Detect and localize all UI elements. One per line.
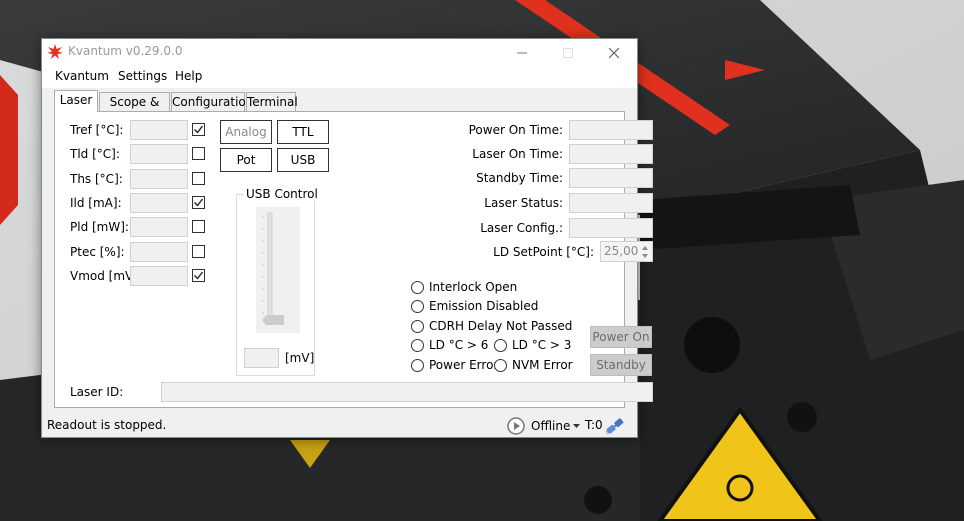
counter-text: T:0 [585, 418, 603, 432]
readout-label: Pld [mW]: [70, 220, 129, 234]
readout-checkbox[interactable] [192, 147, 205, 160]
chevron-down-icon[interactable] [573, 424, 580, 429]
nvm-error-label: NVM Error [512, 358, 573, 372]
standby-time-label: Standby Time: [476, 171, 563, 185]
menu-help[interactable]: Help [175, 69, 202, 83]
readout-label: Tref [°C]: [70, 123, 124, 137]
readout-label: Tld [°C]: [70, 147, 120, 161]
readout-field [130, 242, 188, 262]
checkmark-icon [194, 198, 204, 207]
close-icon [609, 47, 619, 58]
nvm-error-indicator [494, 359, 507, 372]
cdrh-delay-label: CDRH Delay Not Passed [429, 319, 573, 333]
usb-control-title: USB Control [244, 187, 320, 201]
laser-status-label: Laser Status: [484, 196, 563, 210]
laser-on-time-field [569, 144, 653, 164]
maximize-icon [563, 47, 573, 58]
readout-checkbox[interactable] [192, 245, 205, 258]
checkmark-icon [194, 271, 204, 280]
cdrh-delay-indicator [411, 320, 424, 333]
standby-button[interactable]: Standby [590, 354, 652, 376]
readout-field [130, 266, 188, 286]
pot-button[interactable]: Pot [220, 148, 272, 172]
laser-id-label: Laser ID: [70, 385, 124, 399]
ld-gt3-indicator [494, 339, 507, 352]
laser-id-field [161, 382, 653, 402]
tab-terminal[interactable]: Terminal [246, 92, 298, 112]
standby-time-field [569, 168, 653, 188]
tab-configuration[interactable]: Configuration [171, 92, 253, 112]
readout-checkbox[interactable] [192, 123, 205, 136]
laser-config-label: Laser Config.: [480, 221, 563, 235]
usb-value-field[interactable] [244, 348, 279, 368]
app-window: Kvantum v0.29.0.0 Kvantum Settings Help … [41, 38, 653, 438]
power-error-indicator [411, 359, 424, 372]
menu-bar: Kvantum Settings Help [42, 66, 637, 88]
laser-on-time-label: Laser On Time: [472, 147, 563, 161]
readout-label: Ths [°C]: [70, 172, 123, 186]
ttl-button[interactable]: TTL [277, 120, 329, 144]
window-title: Kvantum v0.29.0.0 [68, 44, 183, 58]
menu-kvantum[interactable]: Kvantum [55, 69, 109, 83]
usb-unit-label: [mV] [285, 351, 315, 365]
plug-connector-icon[interactable] [604, 416, 626, 436]
emission-disabled-label: Emission Disabled [429, 299, 539, 313]
title-bar: Kvantum v0.29.0.0 [42, 39, 637, 66]
ld-gt6-label: LD °C > 6 [429, 338, 489, 352]
connection-status[interactable]: Offline [531, 419, 570, 433]
ld-setpoint-value: 25,00 [604, 244, 639, 258]
readout-checkbox[interactable] [192, 196, 205, 209]
spin-arrows-icon[interactable] [639, 244, 651, 260]
readout-field [130, 193, 188, 213]
status-bar: Readout is stopped. Offline T:0 [42, 415, 637, 437]
interlock-open-indicator [411, 281, 424, 294]
ld-gt3-label: LD °C > 3 [512, 338, 572, 352]
readout-label: Ptec [%]: [70, 245, 125, 259]
readout-label: Ild [mA]: [70, 196, 122, 210]
tab-laser[interactable]: Laser [54, 90, 98, 112]
ld-setpoint-label: LD SetPoint [°C]: [493, 245, 594, 259]
checkmark-icon [194, 125, 204, 134]
close-button[interactable] [591, 39, 637, 66]
minimize-button[interactable] [499, 39, 545, 66]
laser-status-field [569, 193, 653, 213]
readout-field [130, 169, 188, 189]
laser-config-field [569, 218, 653, 238]
power-on-button[interactable]: Power On [590, 326, 652, 348]
power-on-time-label: Power On Time: [468, 123, 563, 137]
ld-setpoint-spinbox[interactable]: 25,00 [600, 241, 653, 262]
readout-checkbox[interactable] [192, 220, 205, 233]
readout-status-text: Readout is stopped. [47, 418, 167, 432]
usb-button[interactable]: USB [277, 148, 329, 172]
laser-tab-panel: Tref [°C]: Tld [°C]: Ths [°C]: Ild [mA]: Pld… [54, 111, 653, 408]
readout-checkbox[interactable] [192, 269, 205, 282]
ld-gt6-indicator [411, 339, 424, 352]
minimize-icon [517, 52, 527, 53]
power-error-label: Power Error [429, 358, 499, 372]
readout-field [130, 144, 188, 164]
slider-track [262, 212, 284, 325]
menu-settings[interactable]: Settings [118, 69, 167, 83]
maximize-button[interactable] [545, 39, 591, 66]
play-circle-icon[interactable] [507, 417, 525, 435]
interlock-open-label: Interlock Open [429, 280, 518, 294]
tab-scope-log[interactable]: Scope & Log [99, 92, 170, 127]
readout-checkbox[interactable] [192, 172, 205, 185]
emission-disabled-indicator [411, 300, 424, 313]
analog-button[interactable]: Analog [220, 120, 272, 144]
power-on-time-field [569, 120, 653, 140]
usb-slider[interactable] [256, 207, 300, 333]
laser-burst-icon [47, 44, 63, 59]
readout-field [130, 120, 188, 140]
readout-field [130, 217, 188, 237]
